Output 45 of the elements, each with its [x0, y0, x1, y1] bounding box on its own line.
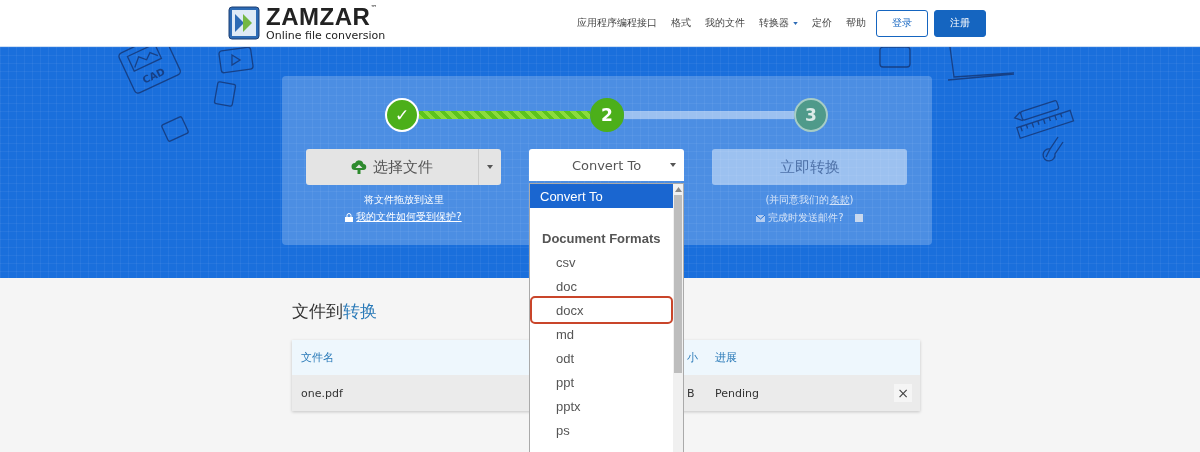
format-option[interactable]: csv	[532, 250, 671, 274]
brand-name: ZAMZAR	[266, 5, 371, 29]
step-indicator: 2	[590, 98, 624, 132]
format-option[interactable]: docx	[532, 298, 671, 322]
scroll-up-icon[interactable]	[674, 187, 682, 192]
terms-note: (并同意我们的条款)	[765, 193, 854, 207]
status-cell: Pending	[715, 386, 759, 400]
nav-link[interactable]: 格式	[671, 16, 691, 30]
nav-link[interactable]: 转换器	[759, 16, 798, 30]
group-label: Document Formats	[541, 229, 662, 248]
format-option[interactable]: md	[532, 322, 671, 346]
login-button[interactable]: 登录	[876, 9, 928, 37]
nav-link[interactable]: 定价	[812, 16, 832, 30]
brand-tagline: Online file conversion	[266, 30, 386, 41]
logo-icon	[228, 6, 260, 40]
choose-file-button[interactable]: 选择文件	[306, 149, 478, 185]
file-name-cell: one.pdf	[301, 386, 343, 400]
remove-button[interactable]: ×	[894, 384, 912, 402]
format-option[interactable]: pptx	[532, 394, 671, 418]
file-size-cell: B	[687, 386, 695, 400]
lock-icon	[345, 212, 354, 222]
step-indicator: 3	[794, 98, 828, 132]
nav-link[interactable]: 应用程序编程接口	[577, 16, 657, 30]
caret-icon	[670, 163, 676, 167]
column-header: 小	[687, 351, 698, 364]
format-option[interactable]: doc	[532, 274, 671, 298]
section-heading: 文件到转换	[292, 300, 377, 323]
cloud-upload-icon	[351, 159, 367, 175]
format-option[interactable]: odt	[532, 346, 671, 370]
format-option[interactable]: Convert To	[530, 184, 673, 208]
mail-icon	[756, 214, 766, 222]
email-label: 完成时发送邮件?	[768, 211, 844, 225]
column-header: 进展	[715, 350, 737, 365]
column-header: 文件名	[301, 351, 334, 364]
dropdown-toggle[interactable]	[478, 149, 501, 185]
drop-hint: 将文件拖放到这里	[363, 193, 444, 207]
caret-icon	[487, 165, 493, 169]
nav-link[interactable]: 我的文件	[705, 16, 745, 30]
step-indicator: ✓	[385, 98, 419, 132]
format-option[interactable]: ps	[532, 418, 671, 442]
format-select[interactable]: Convert To	[529, 149, 684, 181]
format-option[interactable]: ppt	[532, 370, 671, 394]
scrollbar[interactable]	[673, 184, 683, 452]
register-button[interactable]: 注册	[934, 9, 986, 37]
nav-link[interactable]: 帮助	[846, 16, 866, 30]
